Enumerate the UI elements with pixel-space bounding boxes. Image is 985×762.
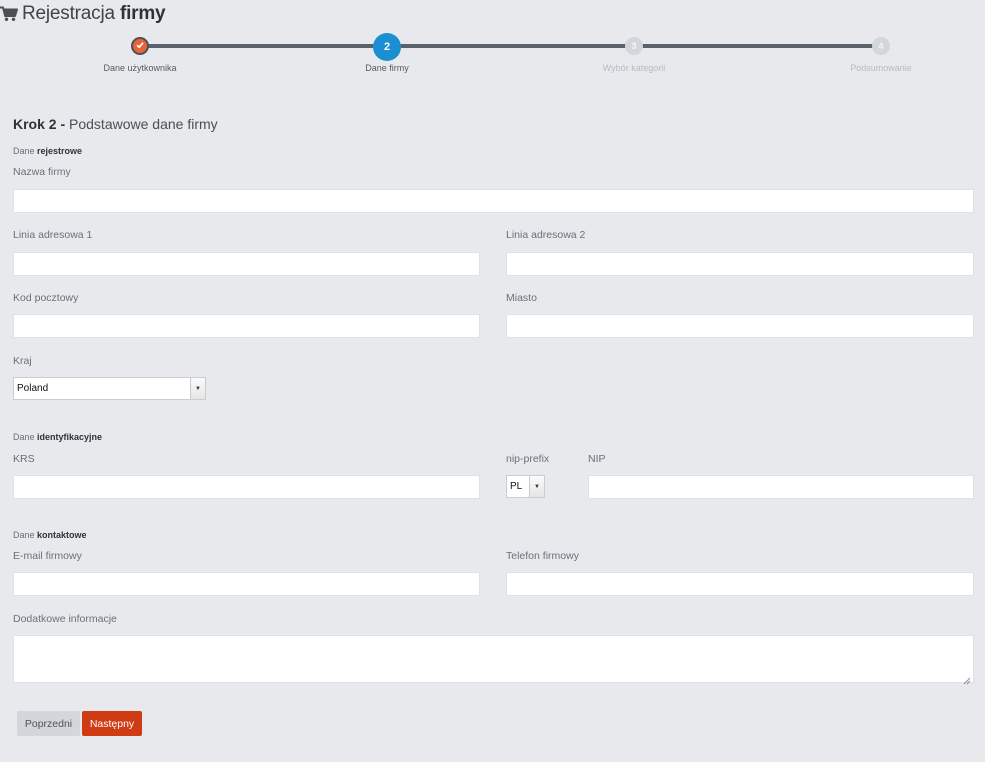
section-title: kontaktowe — [37, 530, 87, 540]
page-title: Rejestracja firmy — [22, 3, 166, 25]
stepper-track — [140, 44, 882, 48]
step-3-circle: 3 — [625, 37, 643, 55]
company-name-label: Nazwa firmy — [13, 166, 71, 178]
section-prefix: Dane — [13, 530, 35, 540]
section-contact-data: Dane kontaktowe — [13, 530, 87, 540]
step-2-circle: 2 — [373, 33, 401, 61]
country-select-value: Poland — [17, 383, 49, 394]
step-3-label: Wybór kategorii — [602, 63, 666, 73]
section-prefix: Dane — [13, 432, 35, 442]
nip-prefix-label: nip-prefix — [506, 453, 550, 465]
section-register-data: Dane rejestrowe — [13, 146, 82, 156]
country-label: Kraj — [13, 355, 32, 367]
phone-label: Telefon firmowy — [506, 550, 579, 562]
nip-label: NIP — [588, 453, 606, 465]
step-heading-bold: Krok 2 - — [13, 116, 66, 132]
section-identification-data: Dane identyfikacyjne — [13, 432, 102, 442]
section-title: rejestrowe — [37, 146, 83, 156]
cart-icon — [0, 6, 18, 22]
check-icon — [136, 40, 144, 52]
krs-label: KRS — [13, 453, 35, 465]
postal-code-input[interactable] — [13, 314, 480, 338]
additional-info-textarea[interactable] — [13, 635, 974, 685]
nip-input[interactable] — [588, 475, 974, 499]
nip-prefix-select-value: PL — [510, 481, 523, 492]
step-1-label: Dane użytkownika — [103, 63, 177, 73]
additional-info-label: Dodatkowe informacje — [13, 613, 117, 625]
chevron-down-icon[interactable]: ▼ — [529, 476, 544, 497]
address2-input[interactable] — [506, 252, 974, 276]
page-header: Rejestracja firmy — [0, 2, 166, 26]
step-2-label: Dane firmy — [365, 63, 409, 73]
page-title-light: Rejestracja — [22, 3, 115, 24]
step-1-circle[interactable] — [131, 37, 149, 55]
nip-prefix-select[interactable]: PL ▼ — [506, 475, 545, 498]
chevron-down-icon[interactable]: ▼ — [190, 378, 205, 399]
address2-label: Linia adresowa 2 — [506, 229, 586, 241]
step-4-label: Podsumowanie — [850, 63, 912, 73]
resize-grip-icon[interactable] — [963, 672, 971, 685]
section-title: identyfikacyjne — [37, 432, 103, 442]
company-name-input[interactable] — [13, 189, 974, 213]
krs-input[interactable] — [13, 475, 480, 499]
address1-input[interactable] — [13, 252, 480, 276]
email-label: E-mail firmowy — [13, 550, 82, 562]
address1-label: Linia adresowa 1 — [13, 229, 93, 241]
email-input[interactable] — [13, 572, 480, 596]
country-select[interactable]: Poland ▼ — [13, 377, 206, 400]
step-heading: Krok 2 - Podstawowe dane firmy — [13, 116, 218, 132]
phone-input[interactable] — [506, 572, 974, 596]
step-heading-text: Podstawowe dane firmy — [69, 116, 218, 132]
postal-code-label: Kod pocztowy — [13, 292, 79, 304]
section-prefix: Dane — [13, 146, 35, 156]
step-4-circle: 4 — [872, 37, 890, 55]
previous-button[interactable]: Poprzedni — [17, 711, 80, 736]
page-title-bold: firmy — [119, 3, 166, 24]
next-button[interactable]: Następny — [82, 711, 142, 736]
city-input[interactable] — [506, 314, 974, 338]
city-label: Miasto — [506, 292, 537, 304]
